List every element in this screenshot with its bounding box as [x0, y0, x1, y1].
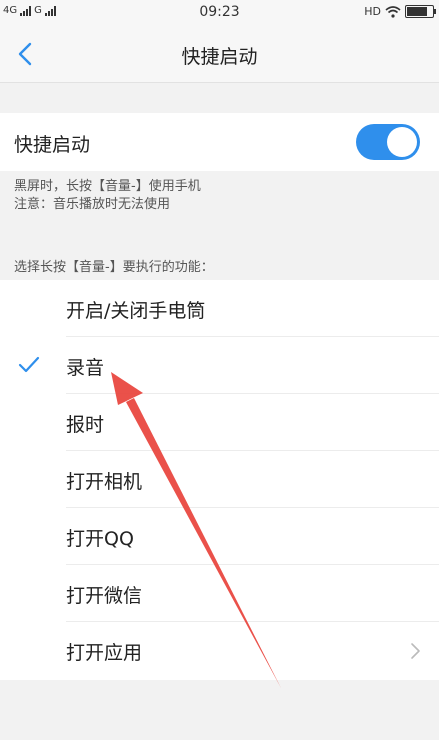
hd-badge: HD — [364, 5, 381, 18]
page-title: 快捷启动 — [181, 46, 258, 68]
function-options-list: 开启/关闭手电筒 录音 报时 打开相机 打开QQ 打开微信 打开应用 — [0, 280, 439, 680]
option-label: 报时 — [66, 414, 105, 436]
checkmark-icon — [18, 356, 40, 373]
quick-launch-switch[interactable] — [356, 124, 420, 160]
status-bar: 4G G 09:23 HD — [0, 0, 439, 26]
option-label: 打开应用 — [66, 642, 143, 664]
switch-knob — [387, 127, 417, 157]
option-label: 打开QQ — [66, 528, 134, 550]
wifi-icon — [385, 5, 401, 18]
quick-launch-toggle-row: 快捷启动 — [0, 113, 439, 171]
function-section-label: 选择长按【音量-】要执行的功能： — [14, 260, 214, 275]
description-line-2: 注意：音乐播放时无法使用 — [14, 197, 171, 212]
option-flashlight[interactable]: 开启/关闭手电筒 — [0, 280, 439, 337]
option-label: 打开相机 — [66, 471, 143, 493]
chevron-right-icon — [411, 643, 420, 659]
toggle-label: 快捷启动 — [14, 134, 91, 156]
option-record[interactable]: 录音 — [0, 337, 439, 394]
description: 黑屏时，长按【音量-】使用手机 注意：音乐播放时无法使用 — [14, 178, 201, 214]
option-open-app[interactable]: 打开应用 — [0, 622, 439, 679]
nav-bar: 快捷启动 — [0, 26, 439, 83]
option-time-report[interactable]: 报时 — [0, 394, 439, 451]
battery-icon — [405, 5, 436, 18]
description-line-1: 黑屏时，长按【音量-】使用手机 — [14, 179, 201, 194]
option-label: 打开微信 — [66, 585, 143, 607]
option-open-camera[interactable]: 打开相机 — [0, 451, 439, 508]
option-open-qq[interactable]: 打开QQ — [0, 508, 439, 565]
option-label: 录音 — [66, 357, 105, 379]
status-right: HD — [364, 5, 436, 18]
option-label: 开启/关闭手电筒 — [66, 300, 206, 322]
option-open-wechat[interactable]: 打开微信 — [0, 565, 439, 622]
